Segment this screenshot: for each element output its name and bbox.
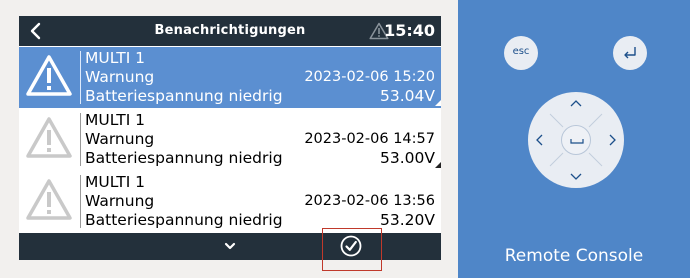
notification-message: Batteriespannung niedrig — [85, 211, 283, 229]
warning-triangle-icon — [26, 55, 72, 96]
space-icon — [570, 139, 584, 144]
row-divider — [80, 175, 81, 228]
enter-button[interactable] — [613, 36, 647, 70]
notification-value: 53.04V — [380, 87, 435, 105]
device-name: MULTI 1 — [85, 173, 146, 191]
notification-datetime: 2023-02-06 14:57 — [304, 131, 435, 147]
brand-label: Remote Console — [504, 246, 644, 266]
notification-value: 53.00V — [380, 149, 435, 167]
enter-icon — [624, 47, 636, 59]
row-divider — [80, 51, 81, 104]
notification-datetime: 2023-02-06 13:56 — [304, 193, 435, 209]
device-screen: Benachrichtigungen 15:40 MULTI 1 Warnung… — [19, 16, 441, 260]
chevron-down-icon[interactable] — [221, 237, 239, 255]
clock: 15:40 — [384, 21, 435, 40]
warning-triangle-icon — [26, 117, 72, 158]
notification-row[interactable]: MULTI 1 Warnung Batteriespannung niedrig… — [19, 47, 441, 108]
notification-type: Warnung — [85, 192, 155, 210]
notification-list: MULTI 1 Warnung Batteriespannung niedrig… — [19, 47, 441, 233]
highlight-box — [322, 228, 382, 271]
notification-type: Warnung — [85, 68, 155, 86]
space-button[interactable] — [561, 125, 591, 155]
device-name: MULTI 1 — [85, 111, 146, 129]
notification-value: 53.20V — [380, 211, 435, 229]
notification-message: Batteriespannung niedrig — [85, 87, 283, 105]
esc-button[interactable]: esc — [504, 36, 538, 70]
notification-row[interactable]: MULTI 1 Warnung Batteriespannung niedrig… — [19, 109, 441, 170]
notification-row[interactable]: MULTI 1 Warnung Batteriespannung niedrig… — [19, 171, 441, 232]
direction-pad — [528, 92, 624, 188]
notification-datetime: 2023-02-06 15:20 — [304, 69, 435, 85]
esc-label: esc — [512, 46, 530, 57]
notification-message: Batteriespannung niedrig — [85, 149, 283, 167]
row-corner-marker — [435, 162, 441, 168]
header-bar: Benachrichtigungen 15:40 — [19, 16, 441, 46]
device-name: MULTI 1 — [85, 49, 146, 67]
notification-type: Warnung — [85, 130, 155, 148]
row-divider — [80, 113, 81, 166]
warning-triangle-icon — [26, 179, 72, 220]
remote-console-panel: esc Remote Console — [458, 0, 690, 278]
app-frame: Benachrichtigungen 15:40 MULTI 1 Warnung… — [0, 0, 690, 278]
row-corner-marker — [435, 100, 441, 106]
